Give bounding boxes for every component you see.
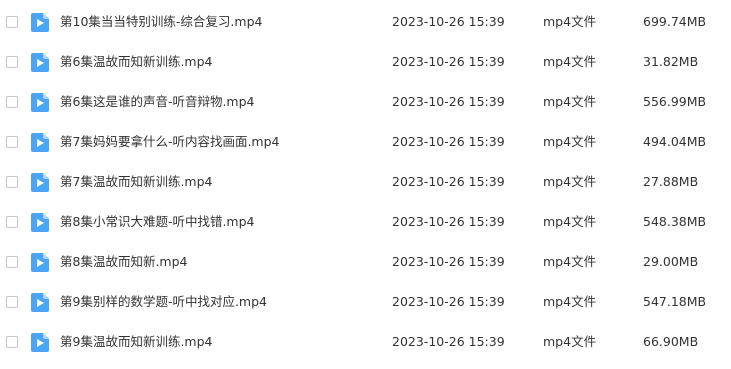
file-modified-date: 2023-10-26 15:39	[392, 14, 505, 29]
file-row[interactable]: 第6集温故而知新训练.mp4 2023-10-26 15:39 mp4文件 31…	[0, 42, 731, 82]
file-name[interactable]: 第7集温故而知新训练.mp4	[60, 174, 213, 190]
row-checkbox[interactable]	[6, 336, 18, 348]
row-checkbox[interactable]	[6, 136, 18, 148]
file-row[interactable]: 第9集别样的数学题-听中找对应.mp4 2023-10-26 15:39 mp4…	[0, 282, 731, 322]
video-file-icon	[31, 253, 49, 272]
file-name[interactable]: 第10集当当特别训练-综合复习.mp4	[60, 14, 262, 30]
file-name[interactable]: 第8集小常识大难题-听中找错.mp4	[60, 214, 255, 230]
row-checkbox[interactable]	[6, 256, 18, 268]
file-row[interactable]: 第7集温故而知新训练.mp4 2023-10-26 15:39 mp4文件 27…	[0, 162, 731, 202]
row-checkbox[interactable]	[6, 216, 18, 228]
video-file-icon	[31, 93, 49, 112]
video-file-icon	[31, 213, 49, 232]
file-modified-date: 2023-10-26 15:39	[392, 254, 505, 269]
file-name[interactable]: 第8集温故而知新.mp4	[60, 254, 188, 270]
file-modified-date: 2023-10-26 15:39	[392, 94, 505, 109]
file-modified-date: 2023-10-26 15:39	[392, 174, 505, 189]
file-type: mp4文件	[543, 134, 597, 149]
file-name[interactable]: 第6集这是谁的声音-听音辩物.mp4	[60, 94, 255, 110]
video-file-icon	[31, 173, 49, 192]
file-size: 556.99MB	[643, 94, 707, 109]
row-checkbox[interactable]	[6, 16, 18, 28]
file-modified-date: 2023-10-26 15:39	[392, 334, 505, 349]
file-size: 547.18MB	[643, 294, 707, 309]
row-checkbox[interactable]	[6, 56, 18, 68]
file-row[interactable]: 第8集温故而知新.mp4 2023-10-26 15:39 mp4文件 29.0…	[0, 242, 731, 282]
file-type: mp4文件	[543, 214, 597, 229]
video-file-icon	[31, 13, 49, 32]
file-type: mp4文件	[543, 254, 597, 269]
file-size: 27.88MB	[643, 174, 699, 189]
video-file-icon	[31, 333, 49, 352]
file-name[interactable]: 第7集妈妈要拿什么-听内容找画面.mp4	[60, 134, 280, 150]
file-name[interactable]: 第6集温故而知新训练.mp4	[60, 54, 213, 70]
row-checkbox[interactable]	[6, 176, 18, 188]
file-type: mp4文件	[543, 54, 597, 69]
file-row[interactable]: 第6集这是谁的声音-听音辩物.mp4 2023-10-26 15:39 mp4文…	[0, 82, 731, 122]
file-row[interactable]: 第10集当当特别训练-综合复习.mp4 2023-10-26 15:39 mp4…	[0, 2, 731, 42]
file-name[interactable]: 第9集温故而知新训练.mp4	[60, 334, 213, 350]
file-size: 29.00MB	[643, 254, 699, 269]
file-size: 548.38MB	[643, 214, 707, 229]
row-checkbox[interactable]	[6, 96, 18, 108]
file-modified-date: 2023-10-26 15:39	[392, 134, 505, 149]
video-file-icon	[31, 133, 49, 152]
file-type: mp4文件	[543, 14, 597, 29]
file-type: mp4文件	[543, 94, 597, 109]
file-row[interactable]: 第8集小常识大难题-听中找错.mp4 2023-10-26 15:39 mp4文…	[0, 202, 731, 242]
file-type: mp4文件	[543, 294, 597, 309]
file-size: 699.74MB	[643, 14, 707, 29]
file-modified-date: 2023-10-26 15:39	[392, 214, 505, 229]
file-size: 31.82MB	[643, 54, 699, 69]
file-list: 第10集当当特别训练-综合复习.mp4 2023-10-26 15:39 mp4…	[0, 0, 731, 369]
file-modified-date: 2023-10-26 15:39	[392, 294, 505, 309]
file-row[interactable]: 第7集妈妈要拿什么-听内容找画面.mp4 2023-10-26 15:39 mp…	[0, 122, 731, 162]
video-file-icon	[31, 293, 49, 312]
file-size: 494.04MB	[643, 134, 707, 149]
file-row[interactable]: 第9集温故而知新训练.mp4 2023-10-26 15:39 mp4文件 66…	[0, 322, 731, 362]
row-checkbox[interactable]	[6, 296, 18, 308]
file-type: mp4文件	[543, 174, 597, 189]
file-size: 66.90MB	[643, 334, 699, 349]
file-type: mp4文件	[543, 334, 597, 349]
file-modified-date: 2023-10-26 15:39	[392, 54, 505, 69]
video-file-icon	[31, 53, 49, 72]
file-name[interactable]: 第9集别样的数学题-听中找对应.mp4	[60, 294, 267, 310]
